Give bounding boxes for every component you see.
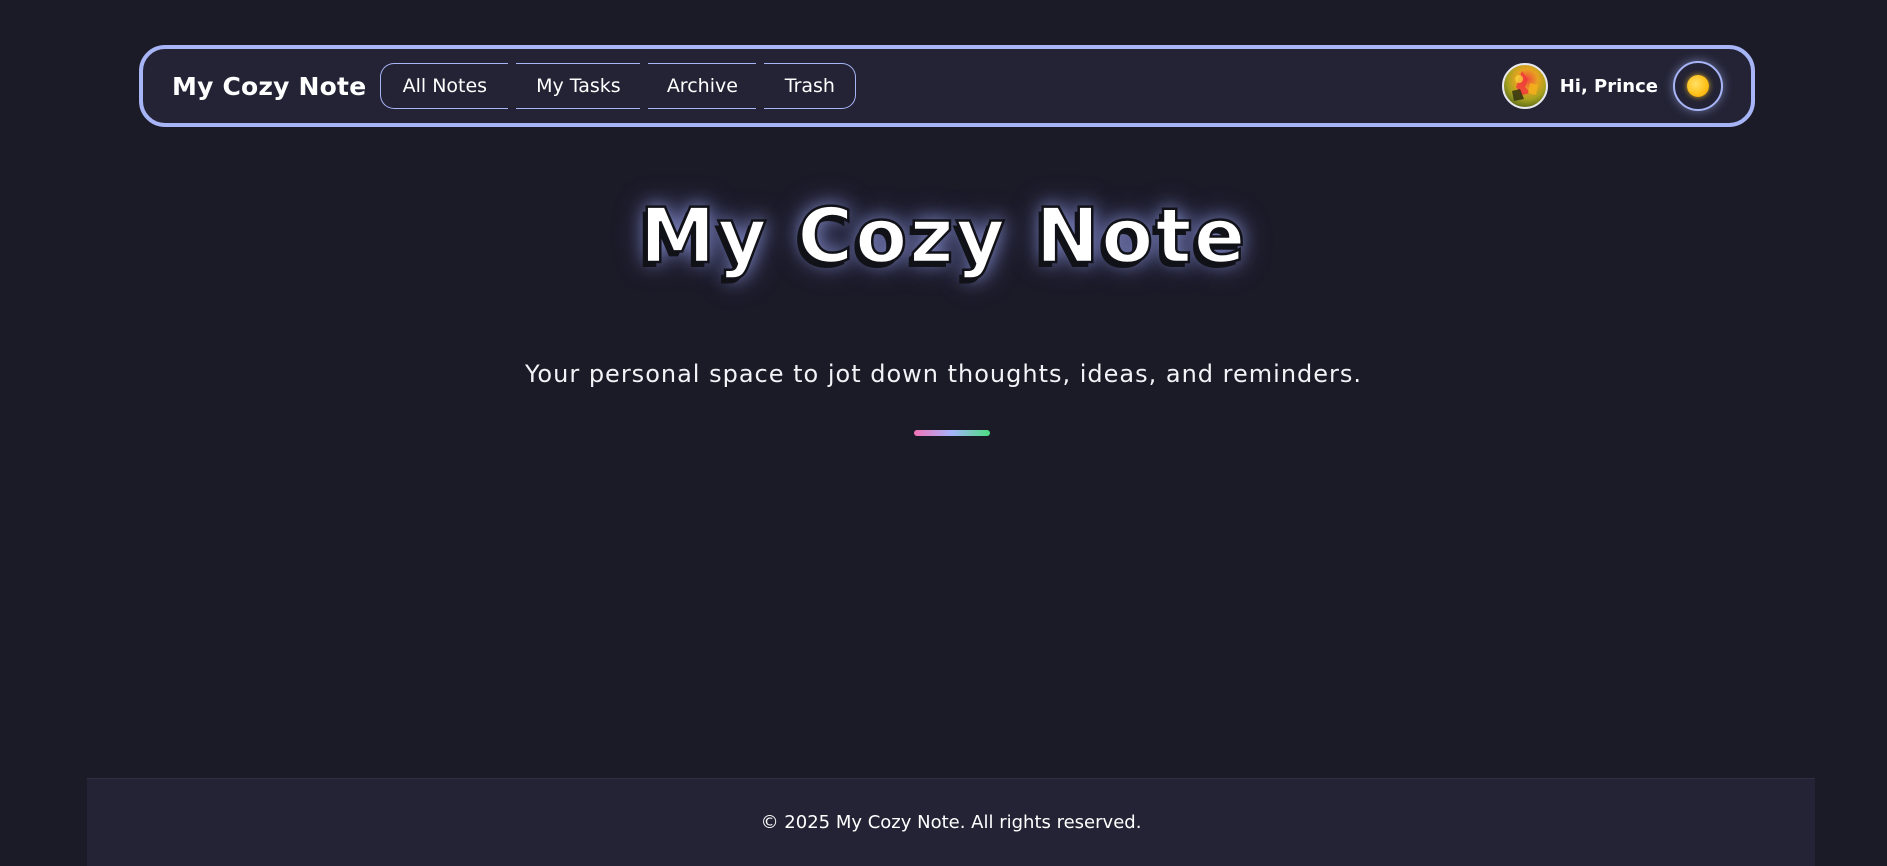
avatar-image-icon [1511, 71, 1538, 101]
page: My Cozy Note All Notes My Tasks Archive … [0, 0, 1887, 866]
nav-tab-all-notes[interactable]: All Notes [380, 63, 509, 109]
footer-copyright: © 2025 My Cozy Note. All rights reserved… [760, 812, 1142, 833]
user-avatar[interactable] [1501, 63, 1548, 109]
page-footer: © 2025 My Cozy Note. All rights reserved… [87, 778, 1815, 866]
brand-logo-text[interactable]: My Cozy Note [172, 72, 366, 101]
theme-toggle-button[interactable] [1673, 61, 1723, 111]
nav-tab-trash[interactable]: Trash [764, 63, 857, 109]
hero-title: My Cozy Note [638, 190, 1248, 282]
user-area: Hi, Prince [1501, 61, 1723, 111]
top-navbar: My Cozy Note All Notes My Tasks Archive … [139, 45, 1755, 127]
nav-tab-my-tasks[interactable]: My Tasks [516, 63, 641, 109]
nav-tab-archive[interactable]: Archive [648, 63, 757, 109]
accent-divider [914, 430, 990, 436]
user-greeting: Hi, Prince [1559, 75, 1658, 97]
hero-subtitle: Your personal space to jot down thoughts… [524, 360, 1363, 388]
sun-icon [1687, 75, 1709, 97]
nav-tabs: All Notes My Tasks Archive Trash [380, 63, 857, 109]
